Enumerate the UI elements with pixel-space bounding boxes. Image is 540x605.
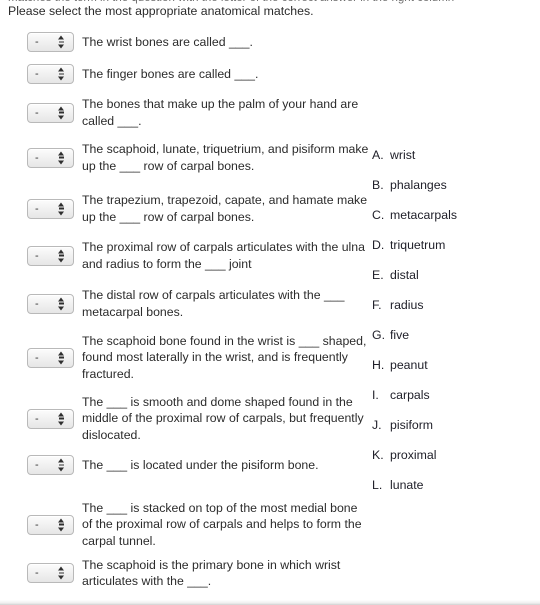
question-text: The scaphoid, lunate, triquetrium, and p… — [82, 142, 369, 173]
updown-chevron-icon — [58, 351, 65, 364]
question-row: - The proximal row of carpals articulates… — [0, 233, 370, 278]
question-row: - The bones that make up the palm of your… — [0, 90, 370, 135]
question-text: The finger bones are called ___. — [82, 66, 259, 81]
question-text: The scaphoid is the primary bone in whic… — [82, 557, 341, 589]
answer-option: H. peanut — [372, 350, 532, 380]
answer-select-2[interactable]: - — [27, 64, 74, 84]
answer-option-label: phalanges — [390, 178, 447, 192]
answer-select-value: - — [35, 106, 39, 119]
answer-option-label: pisiform — [390, 418, 434, 432]
answer-select-value: - — [35, 351, 39, 364]
answer-select-6[interactable]: - — [27, 245, 74, 266]
updown-chevron-icon — [58, 67, 65, 81]
answer-option: I. carpals — [372, 380, 532, 410]
answer-select-4[interactable]: - — [27, 147, 74, 168]
question-text: The ___ is located under the pisiform bo… — [82, 457, 319, 472]
answer-option-label: distal — [390, 268, 419, 282]
instruction-text: Please select the most appropriate anato… — [8, 4, 314, 18]
question-row: - The finger bones are called ___. — [0, 58, 370, 90]
question-row: - The scaphoid is the primary bone in whi… — [0, 553, 370, 593]
updown-chevron-icon — [58, 151, 65, 164]
question-text: The proximal row of carpals articulates … — [82, 240, 365, 271]
question-text: The ___ is smooth and dome shaped found … — [82, 394, 364, 442]
question-text: The ___ is stacked on top of the most me… — [82, 500, 362, 548]
answer-option-letter: I. — [372, 388, 379, 402]
answer-select-3[interactable]: - — [27, 102, 74, 123]
question-row: - The wrist bones are called ___. — [0, 26, 370, 58]
updown-chevron-icon — [58, 249, 65, 262]
answer-select-9[interactable]: - — [27, 408, 74, 429]
answer-select-7[interactable]: - — [27, 293, 74, 314]
answer-option: D. triquetrum — [372, 230, 532, 260]
answer-option-label: carpals — [390, 388, 430, 402]
updown-chevron-icon — [58, 518, 65, 531]
answer-option-label: metacarpals — [390, 208, 457, 222]
answer-option-letter: A. — [372, 148, 384, 162]
question-row: - The distal row of carpals articulates w… — [0, 281, 370, 326]
answer-select-8[interactable]: - — [27, 347, 74, 368]
updown-chevron-icon — [58, 202, 65, 215]
answer-select-value: - — [35, 202, 39, 215]
question-row: - The ___ is stacked on top of the most m… — [0, 497, 370, 552]
question-text: The trapezium, trapezoid, capate, and ha… — [82, 193, 368, 224]
answer-option-label: proximal — [390, 448, 437, 462]
question-text: The scaphoid bone found in the wrist is … — [82, 333, 367, 381]
answer-option-letter: G. — [372, 328, 385, 342]
answer-option: C. metacarpals — [372, 200, 532, 230]
answer-select-value: - — [35, 151, 39, 164]
answer-option-letter: E. — [372, 268, 384, 282]
answer-option-letter: K. — [372, 448, 384, 462]
answer-option-letter: D. — [372, 238, 385, 252]
updown-chevron-icon — [58, 458, 65, 472]
answer-option-list: A. wrist B. phalanges C. metacarpals D. triquet… — [372, 140, 532, 500]
answer-select-value: - — [35, 68, 39, 80]
answer-select-5[interactable]: - — [27, 198, 74, 219]
answer-option-label: wrist — [390, 148, 416, 162]
answer-select-value: - — [35, 36, 39, 48]
answer-select-value: - — [35, 567, 39, 579]
answer-option-label: peanut — [390, 358, 428, 372]
answer-option-letter: F. — [372, 298, 382, 312]
updown-chevron-icon — [58, 106, 65, 119]
question-row: - The scaphoid, lunate, triquetrium, and … — [0, 135, 370, 180]
answer-select-value: - — [35, 412, 39, 425]
answer-option: L. lunate — [372, 470, 532, 500]
answer-option-label: five — [390, 328, 410, 342]
updown-chevron-icon — [58, 297, 65, 310]
answer-select-value: - — [35, 249, 39, 262]
answer-option-letter: H. — [372, 358, 385, 372]
answer-option-letter: L. — [372, 478, 383, 492]
question-row: - The ___ is located under the pisiform b… — [0, 450, 370, 480]
bottom-divider — [0, 600, 540, 605]
answer-option: E. distal — [372, 260, 532, 290]
question-text: The bones that make up the palm of your … — [82, 97, 359, 128]
answer-select-value: - — [35, 518, 39, 531]
question-row: - The scaphoid bone found in the wrist is… — [0, 330, 370, 385]
question-text: The wrist bones are called ___. — [82, 34, 253, 49]
answer-option: K. proximal — [372, 440, 532, 470]
answer-option-label: triquetrum — [390, 238, 446, 252]
answer-option-letter: B. — [372, 178, 384, 192]
answer-option: F. radius — [372, 290, 532, 320]
answer-select-12[interactable]: - — [27, 563, 74, 583]
answer-option: J. pisiform — [372, 410, 532, 440]
answer-option: A. wrist — [372, 140, 532, 170]
question-row: - The trapezium, trapezoid, capate, and h… — [0, 186, 370, 231]
answer-option-label: lunate — [390, 478, 424, 492]
answer-option: G. five — [372, 320, 532, 350]
question-row: - The ___ is smooth and dome shaped found… — [0, 391, 370, 446]
updown-chevron-icon — [58, 412, 65, 425]
answer-option-letter: J. — [372, 418, 382, 432]
answer-option: B. phalanges — [372, 170, 532, 200]
answer-select-value: - — [35, 459, 39, 471]
answer-option-letter: C. — [372, 208, 385, 222]
answer-select-10[interactable]: - — [27, 455, 74, 475]
answer-select-11[interactable]: - — [27, 514, 74, 535]
answer-option-label: radius — [390, 298, 424, 312]
updown-chevron-icon — [58, 35, 65, 49]
answer-select-value: - — [35, 297, 39, 310]
updown-chevron-icon — [58, 566, 65, 580]
answer-select-1[interactable]: - — [27, 32, 74, 52]
question-text: The distal row of carpals articulates wi… — [82, 288, 345, 319]
